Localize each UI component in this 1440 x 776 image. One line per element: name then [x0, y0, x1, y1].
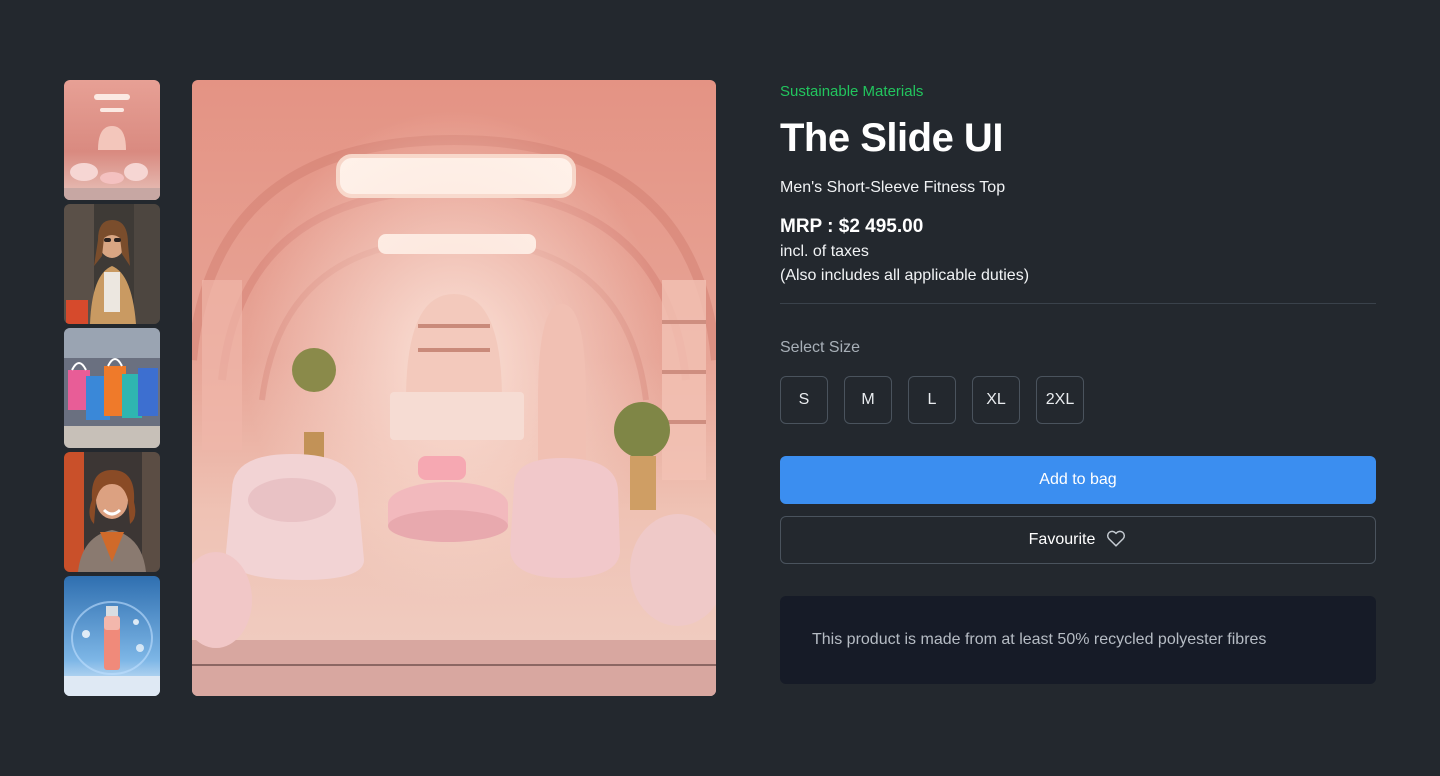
thumbnail-cosmetic-bottle[interactable]	[64, 576, 160, 696]
main-product-image	[192, 80, 716, 696]
favourite-label: Favourite	[1028, 531, 1096, 548]
sustainability-note: This product is made from at least 50% r…	[780, 596, 1376, 684]
favourite-button[interactable]: Favourite	[780, 516, 1376, 564]
size-option-2xl[interactable]: 2XL	[1036, 376, 1084, 424]
product-price: MRP : $2 495.00	[780, 216, 924, 237]
add-to-bag-button[interactable]: Add to bag	[780, 456, 1376, 504]
size-selector-label: Select Size	[780, 339, 861, 356]
size-option-xl[interactable]: XL	[972, 376, 1020, 424]
thumbnail-gallery	[64, 80, 160, 696]
product-category-tag: Sustainable Materials	[780, 83, 924, 100]
product-title: The Slide UI	[780, 116, 1003, 160]
size-option-l[interactable]: L	[908, 376, 956, 424]
add-to-bag-label: Add to bag	[1039, 471, 1117, 488]
thumbnail-shopping-bags[interactable]	[64, 328, 160, 448]
size-selector: S M L XL 2XL	[780, 376, 1376, 424]
size-option-m[interactable]: M	[844, 376, 892, 424]
product-page: Sustainable Materials The Slide UI Men's…	[0, 0, 1440, 776]
thumbnail-smiling-woman[interactable]	[64, 452, 160, 572]
thumbnail-woman-shopping[interactable]	[64, 204, 160, 324]
duties-note: (Also includes all applicable duties)	[780, 267, 1030, 284]
size-option-s[interactable]: S	[780, 376, 828, 424]
divider	[780, 303, 1376, 304]
tax-note: incl. of taxes	[780, 243, 869, 260]
product-details: Sustainable Materials The Slide UI Men's…	[780, 80, 1376, 684]
thumbnail-store-interior[interactable]	[64, 80, 160, 200]
product-subtitle: Men's Short-Sleeve Fitness Top	[780, 179, 1006, 196]
heart-icon	[1105, 527, 1127, 554]
sustainability-note-text: This product is made from at least 50% r…	[812, 631, 1267, 648]
